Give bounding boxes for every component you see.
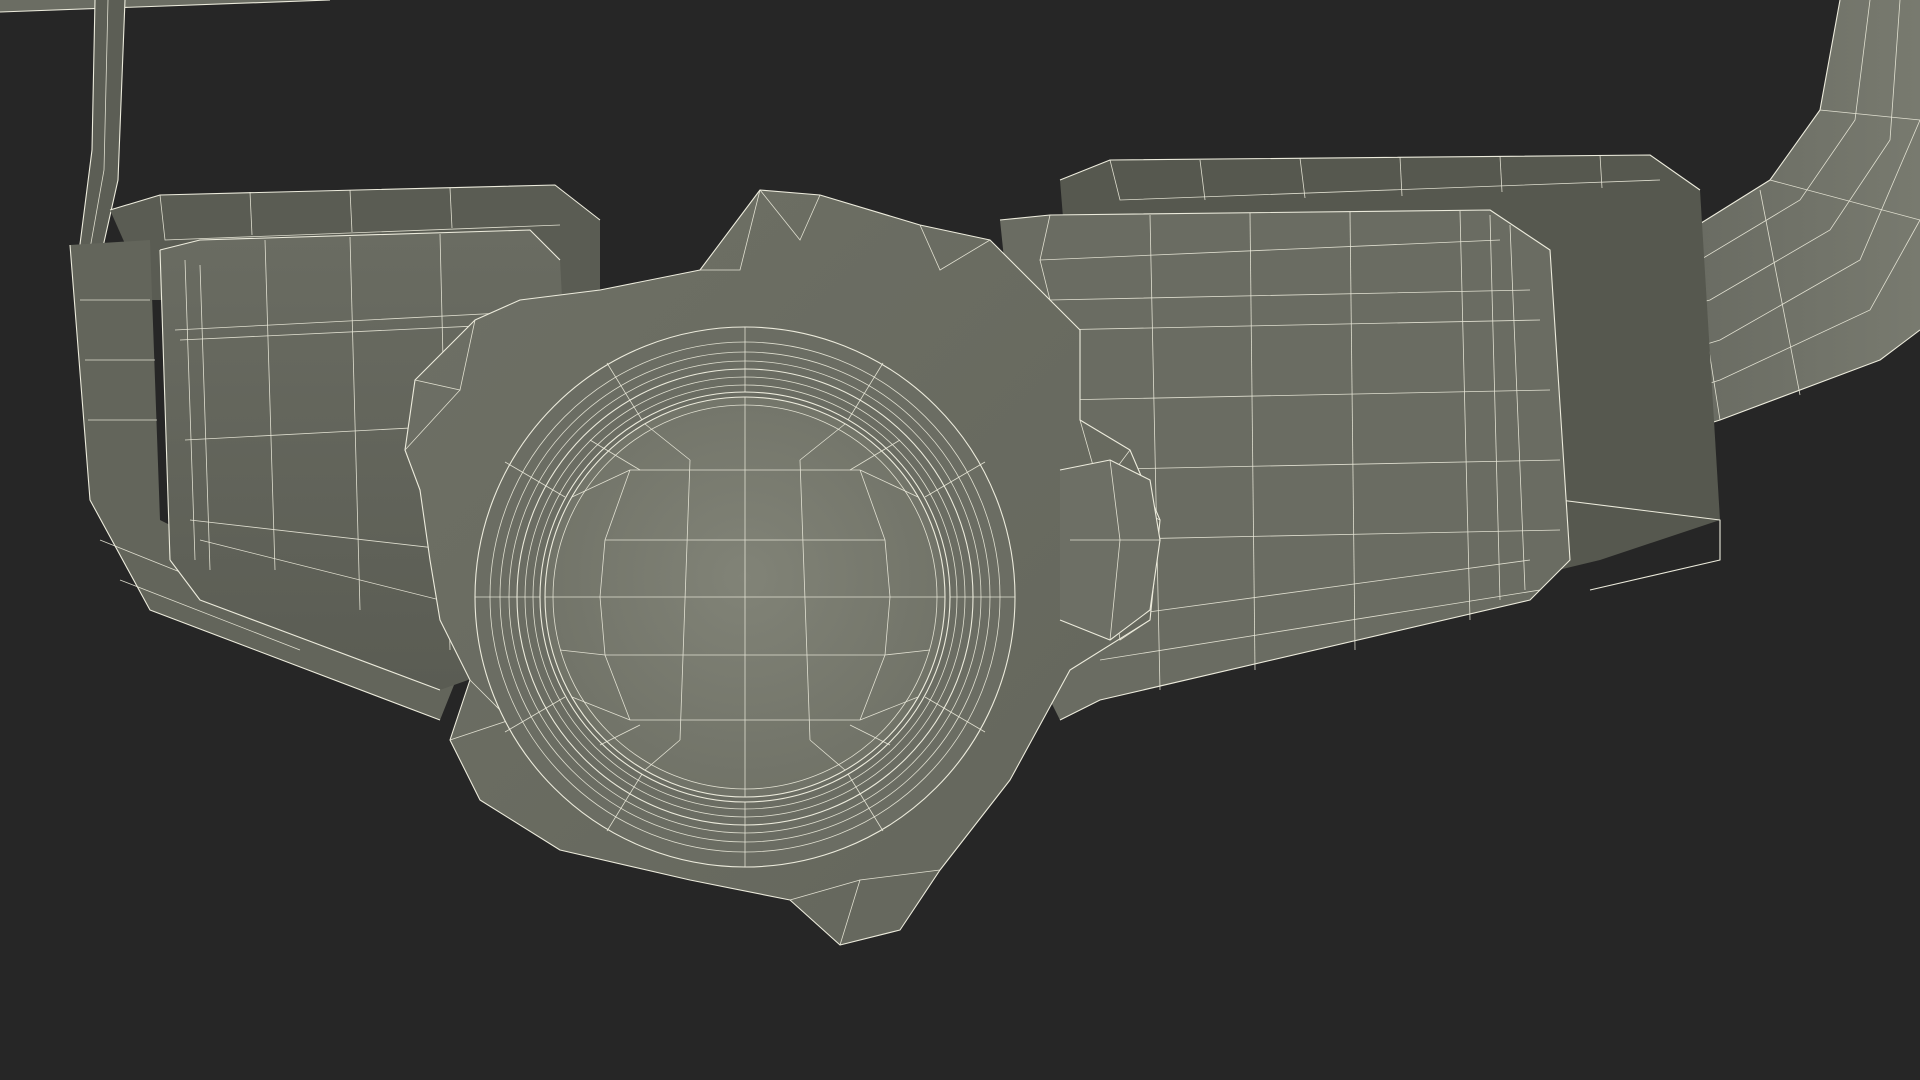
wireframe-render — [0, 0, 1920, 946]
render-viewport — [0, 0, 1920, 1080]
watch-face — [544, 396, 946, 798]
watch-crown-right — [1059, 459, 1161, 641]
